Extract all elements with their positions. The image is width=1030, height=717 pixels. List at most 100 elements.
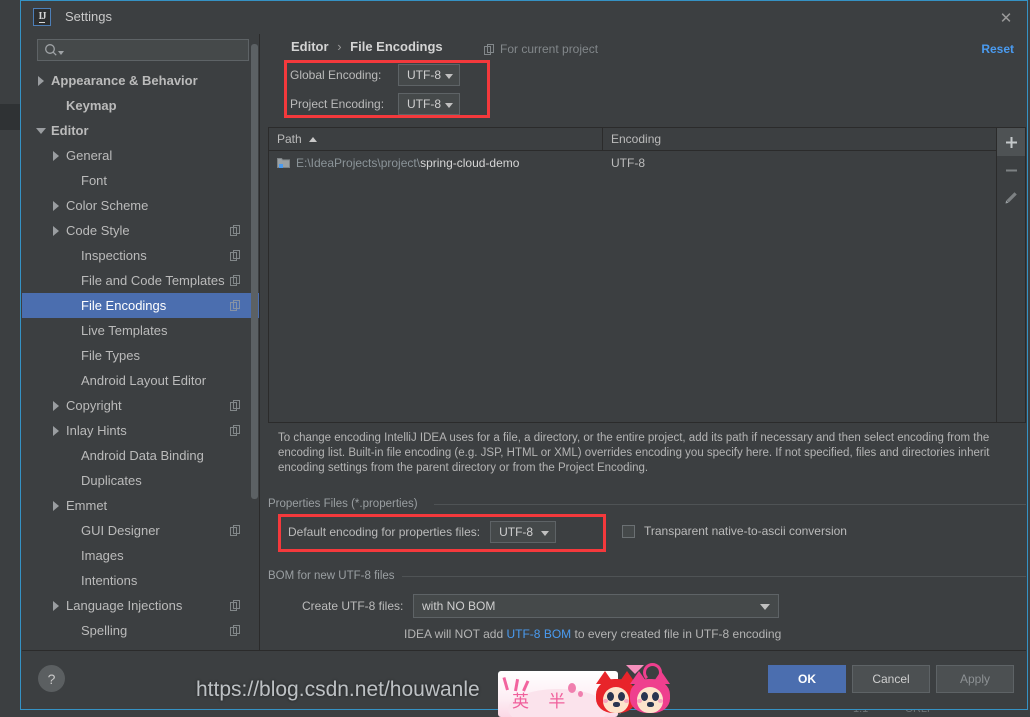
column-header-encoding-label: Encoding	[611, 132, 662, 146]
copy-icon	[230, 525, 240, 536]
chevron-down-icon	[760, 604, 770, 610]
project-encoding-label: Project Encoding:	[290, 97, 385, 111]
settings-tree: Appearance & Behavior Keymap Editor General…	[22, 68, 259, 651]
table-row[interactable]: E:\IdeaProjects\project\spring-cloud-dem…	[269, 151, 996, 175]
chevron-right-icon[interactable]	[51, 400, 62, 411]
sidebar-item-label: Copyright	[66, 398, 122, 413]
chevron-right-icon[interactable]	[51, 600, 62, 611]
sidebar-item-inlay-hints[interactable]: Inlay Hints	[22, 418, 259, 443]
transparent-conversion-checkbox[interactable]	[622, 524, 635, 538]
copy-icon	[230, 625, 240, 636]
project-encoding-combo[interactable]: UTF-8	[398, 93, 460, 115]
sidebar-item-label: General	[66, 148, 113, 163]
column-header-path-label: Path	[277, 132, 302, 146]
breadcrumb: Editor › File Encodings	[291, 39, 443, 54]
sidebar-item-appearance-behavior[interactable]: Appearance & Behavior	[22, 68, 259, 93]
search-field-wrapper	[37, 39, 249, 61]
watermark-url: https://blog.csdn.net/houwanle	[196, 678, 480, 701]
sidebar-item-label: File and Code Templates	[81, 273, 225, 288]
edit-button[interactable]	[997, 184, 1025, 212]
table-body: E:\IdeaProjects\project\spring-cloud-dem…	[269, 151, 996, 175]
help-button[interactable]: ?	[38, 665, 65, 692]
chevron-right-icon[interactable]	[51, 500, 62, 511]
sidebar-item-duplicates[interactable]: Duplicates	[22, 468, 259, 493]
copy-icon	[230, 275, 240, 286]
sidebar-item-gui-designer[interactable]: GUI Designer	[22, 518, 259, 543]
add-button[interactable]	[997, 128, 1025, 156]
bom-hint-link[interactable]: UTF-8 BOM	[506, 627, 571, 641]
copy-icon	[230, 425, 240, 436]
sidebar-item-language-injections[interactable]: Language Injections	[22, 593, 259, 618]
copy-icon	[230, 300, 240, 311]
sidebar-item-file-encodings[interactable]: File Encodings	[22, 293, 259, 318]
ide-tool-tab[interactable]	[0, 104, 21, 130]
transparent-conversion-row[interactable]: Transparent native-to-ascii conversion	[622, 524, 847, 538]
copy-icon	[230, 400, 240, 411]
copy-icon	[230, 600, 240, 611]
sidebar-item-keymap[interactable]: Keymap	[22, 93, 259, 118]
sidebar-item-file-types[interactable]: File Types	[22, 343, 259, 368]
sidebar-item-code-style[interactable]: Code Style	[22, 218, 259, 243]
chevron-right-icon[interactable]	[51, 200, 62, 211]
create-utf8-files-label: Create UTF-8 files:	[302, 599, 404, 613]
sidebar-item-editor[interactable]: Editor	[22, 118, 259, 143]
sidebar-item-copyright[interactable]: Copyright	[22, 393, 259, 418]
copy-icon	[484, 43, 494, 55]
settings-dialog: IJ Settings ✕ Appearance & Behavior Keyma…	[20, 0, 1028, 710]
sidebar-item-label: Inlay Hints	[66, 423, 127, 438]
sidebar-item-label: Code Style	[66, 223, 130, 238]
chevron-down-icon	[445, 103, 453, 108]
sidebar-item-label: Editor	[51, 123, 89, 138]
sidebar-item-font[interactable]: Font	[22, 168, 259, 193]
sidebar-item-images[interactable]: Images	[22, 543, 259, 568]
sidebar-item-label: Keymap	[66, 98, 117, 113]
search-dropdown-caret[interactable]	[58, 51, 64, 55]
chevron-right-icon[interactable]	[51, 225, 62, 236]
table-header: Path Encoding	[269, 128, 996, 151]
copy-icon	[230, 225, 240, 236]
breadcrumb-root[interactable]: Editor	[291, 39, 329, 54]
search-input[interactable]	[37, 39, 249, 61]
table-cell-path-prefix: E:\IdeaProjects\project\	[296, 156, 421, 170]
sidebar-item-color-scheme[interactable]: Color Scheme	[22, 193, 259, 218]
chevron-right-icon[interactable]	[36, 75, 47, 86]
sidebar-item-general[interactable]: General	[22, 143, 259, 168]
default-properties-encoding-combo[interactable]: UTF-8	[490, 521, 557, 543]
table-cell-encoding[interactable]: UTF-8	[603, 156, 996, 170]
properties-section-divider	[434, 504, 1026, 505]
sidebar-item-label: Font	[81, 173, 108, 188]
sidebar-item-android-layout-editor[interactable]: Android Layout Editor	[22, 368, 259, 393]
sidebar-item-spelling[interactable]: Spelling	[22, 618, 259, 643]
chevron-right-icon[interactable]	[51, 150, 62, 161]
sidebar-item-android-data-binding[interactable]: Android Data Binding	[22, 443, 259, 468]
close-icon[interactable]: ✕	[995, 7, 1017, 29]
default-properties-encoding-value: UTF-8	[499, 525, 534, 539]
sidebar-item-live-templates[interactable]: Live Templates	[22, 318, 259, 343]
sidebar-item-intentions[interactable]: Intentions	[22, 568, 259, 593]
create-utf8-files-combo[interactable]: with NO BOM	[413, 594, 779, 618]
sidebar-item-file-and-code-templates[interactable]: File and Code Templates	[22, 268, 259, 293]
column-header-path[interactable]: Path	[269, 128, 603, 150]
sidebar-item-inspections[interactable]: Inspections	[22, 243, 259, 268]
sidebar-item-emmet[interactable]: Emmet	[22, 493, 259, 518]
column-header-encoding[interactable]: Encoding	[603, 128, 996, 150]
chevron-right-icon[interactable]	[51, 425, 62, 436]
sort-ascending-icon	[308, 136, 317, 142]
chevron-down-icon[interactable]	[36, 125, 47, 136]
sidebar-scrollbar-track[interactable]	[250, 34, 259, 651]
reset-button[interactable]: Reset	[981, 42, 1014, 56]
sidebar-item-label: Android Layout Editor	[81, 373, 207, 388]
project-encoding-row: Project Encoding: UTF-8	[290, 93, 460, 115]
table-cell-path: E:\IdeaProjects\project\spring-cloud-dem…	[269, 156, 603, 170]
sidebar-scrollbar-thumb[interactable]	[251, 44, 258, 499]
breadcrumb-leaf: File Encodings	[350, 39, 443, 54]
remove-button[interactable]	[997, 156, 1025, 184]
global-encoding-combo[interactable]: UTF-8	[398, 64, 460, 86]
sidebar-item-label: File Types	[81, 348, 141, 363]
copy-icon	[230, 250, 240, 261]
